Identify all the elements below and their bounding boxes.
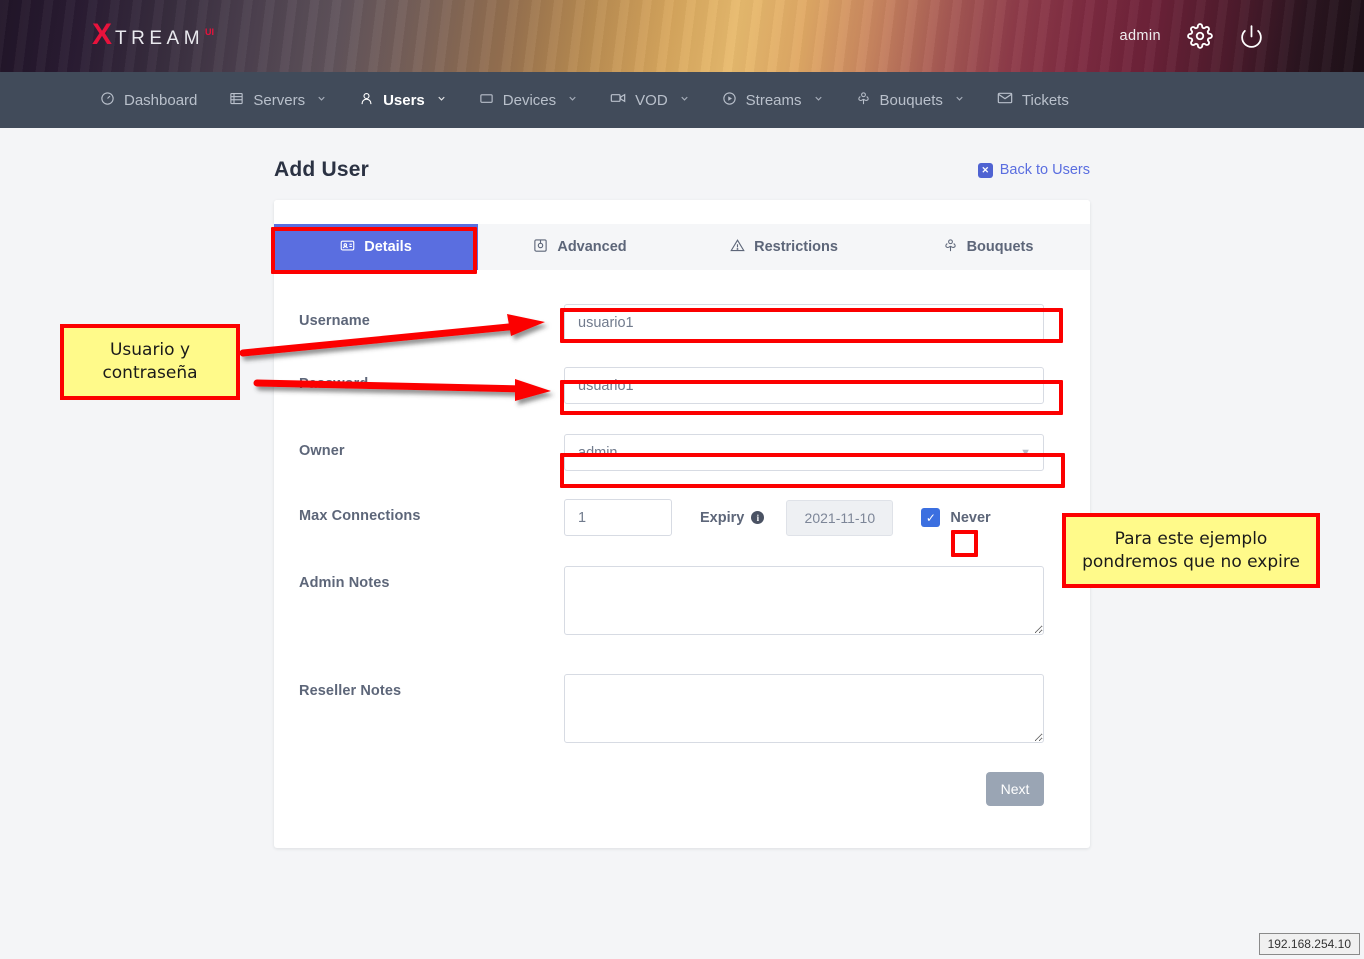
bouquet-icon (856, 91, 871, 110)
max-connections-label: Max Connections (299, 499, 564, 524)
never-checkbox[interactable]: ✓ (921, 508, 940, 527)
main-navigation: Dashboard Servers Users Devices (0, 72, 1364, 128)
page-header: Add User ✕ Back to Users (274, 128, 1090, 182)
annotation-note-line1: Usuario y (110, 339, 190, 362)
envelope-icon (997, 90, 1013, 110)
ip-address-badge: 192.168.254.10 (1259, 933, 1360, 955)
card-top-strip (274, 200, 1090, 224)
next-button[interactable]: Next (986, 772, 1044, 806)
logo-wordmark: TREAM (115, 28, 204, 50)
nav-label: Devices (503, 92, 556, 109)
close-icon: ✕ (978, 163, 993, 178)
password-label: Password (299, 367, 564, 392)
dashboard-icon (100, 91, 115, 110)
nav-item-bouquets[interactable]: Bouquets (840, 72, 981, 128)
chevron-down-icon (813, 93, 824, 107)
power-icon[interactable] (1239, 24, 1264, 49)
form-actions: Next (299, 772, 1044, 806)
nav-label: Bouquets (880, 92, 943, 109)
username-label: Username (299, 304, 564, 329)
expiry-label-group: Expiry i (700, 510, 764, 526)
info-icon[interactable]: i (751, 511, 764, 524)
add-user-card: Details Advanced Restrictions (274, 200, 1090, 848)
nav-label: Dashboard (124, 92, 197, 109)
header-username[interactable]: admin (1120, 28, 1162, 44)
nav-label: VOD (635, 92, 668, 109)
annotation-note-line1: Para este ejemplo (1115, 528, 1268, 551)
annotation-note-credentials: Usuario y contraseña (60, 324, 240, 400)
reseller-notes-label: Reseller Notes (299, 674, 564, 699)
form-row-owner: Owner ▼ (299, 434, 1044, 471)
tab-bar: Details Advanced Restrictions (274, 224, 1090, 270)
tab-label: Details (364, 239, 412, 255)
chevron-down-icon (316, 93, 327, 107)
nav-item-vod[interactable]: VOD (594, 72, 706, 128)
form-row-reseller-notes: Reseller Notes (299, 674, 1044, 748)
tab-details[interactable]: Details (274, 224, 478, 270)
nav-item-tickets[interactable]: Tickets (981, 72, 1085, 128)
logo-x-mark: X (92, 20, 112, 50)
server-list-icon (229, 91, 244, 110)
form-row-admin-notes: Admin Notes (299, 566, 1044, 640)
video-icon (610, 90, 626, 110)
never-label: Never (950, 510, 990, 526)
nav-item-streams[interactable]: Streams (706, 72, 840, 128)
owner-label: Owner (299, 434, 564, 459)
expiry-label: Expiry (700, 510, 744, 526)
nav-item-devices[interactable]: Devices (463, 72, 594, 128)
tab-label: Bouquets (967, 239, 1034, 255)
header-actions: admin (1120, 0, 1265, 72)
gear-icon[interactable] (1187, 23, 1213, 49)
device-icon (479, 91, 494, 110)
back-to-users-link[interactable]: ✕ Back to Users (978, 162, 1090, 178)
page-title: Add User (274, 158, 369, 182)
admin-notes-textarea[interactable] (564, 566, 1044, 635)
never-checkbox-group: ✓ Never (921, 508, 990, 527)
app-root: X TREAM UI admin (0, 0, 1364, 959)
reseller-notes-textarea[interactable] (564, 674, 1044, 743)
owner-select[interactable] (564, 434, 1044, 471)
add-user-form: Username Password Owner (274, 270, 1090, 848)
max-connections-input[interactable] (564, 499, 672, 536)
bouquet-icon (943, 238, 958, 257)
username-input[interactable] (564, 304, 1044, 341)
chevron-down-icon (679, 93, 690, 107)
warning-triangle-icon (730, 238, 745, 257)
expiry-date-input[interactable]: 2021-11-10 (786, 500, 893, 536)
top-header: X TREAM UI admin (0, 0, 1364, 72)
nav-label: Tickets (1022, 92, 1069, 109)
annotation-note-expiry: Para este ejemplo pondremos que no expir… (1062, 513, 1320, 588)
nav-item-users[interactable]: Users (343, 72, 463, 128)
form-row-username: Username (299, 304, 1044, 341)
app-logo[interactable]: X TREAM UI (92, 20, 214, 50)
form-row-connections-expiry: Max Connections Expiry i 2021-11-10 ✓ (299, 499, 1044, 536)
play-circle-icon (722, 91, 737, 110)
tab-bouquets[interactable]: Bouquets (886, 224, 1090, 270)
logo-ui-superscript: UI (205, 27, 214, 37)
annotation-note-line2: pondremos que no expire (1082, 551, 1300, 574)
nav-item-servers[interactable]: Servers (213, 72, 343, 128)
form-row-password: Password (299, 367, 1044, 404)
nav-label: Users (383, 92, 425, 109)
tab-label: Restrictions (754, 239, 838, 255)
nav-label: Servers (253, 92, 305, 109)
owner-select-wrapper[interactable]: ▼ (564, 434, 1044, 471)
chevron-down-icon (436, 93, 447, 107)
admin-notes-label: Admin Notes (299, 566, 564, 591)
nav-label: Streams (746, 92, 802, 109)
tab-restrictions[interactable]: Restrictions (682, 224, 886, 270)
tab-label: Advanced (557, 239, 626, 255)
password-input[interactable] (564, 367, 1044, 404)
chevron-down-icon (954, 93, 965, 107)
nav-item-dashboard[interactable]: Dashboard (84, 72, 213, 128)
chevron-down-icon (567, 93, 578, 107)
id-card-icon (340, 238, 355, 257)
annotation-note-line2: contraseña (102, 362, 197, 385)
back-link-label: Back to Users (1000, 162, 1090, 178)
user-icon (359, 91, 374, 110)
sliders-icon (533, 238, 548, 257)
tab-advanced[interactable]: Advanced (478, 224, 682, 270)
